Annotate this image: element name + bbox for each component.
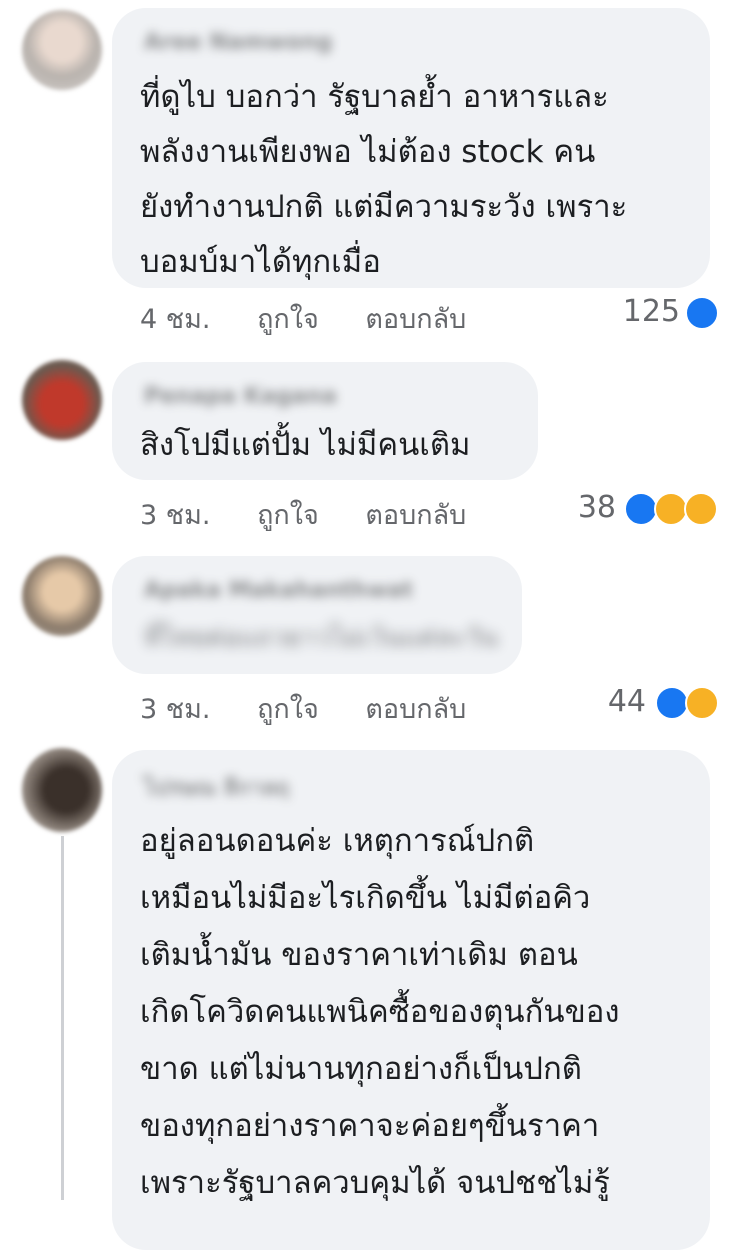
comment-line: ขาด แต่ไม่นานทุกอย่างก็เป็นปกติ (140, 1051, 582, 1087)
reply-button[interactable]: ตอบกลับ (365, 500, 466, 531)
reaction-count[interactable]: 44 (570, 684, 646, 719)
comment-actions: 3 ชม. ถูกใจ ตอบกลับ (140, 493, 504, 536)
comment-line: เกิดโควิดคนแพนิคซื้อของตุนกันของ (140, 994, 620, 1030)
comment-line: สิงโปมีแต่ปั้ม ไม่มีคนเติม (140, 427, 471, 463)
timestamp[interactable]: 4 ชม. (140, 304, 210, 335)
comment-line: อยู่ลอนดอนค่ะ เหตุการณ์ปกติ (140, 823, 535, 859)
reply-button[interactable]: ตอบกลับ (365, 694, 466, 725)
reply-button[interactable]: ตอบกลับ (365, 304, 466, 335)
timestamp[interactable]: 3 ชม. (140, 694, 210, 725)
comment-line: ของทุกอย่างราคาจะค่อยๆขึ้นราคา (140, 1108, 600, 1144)
avatar[interactable] (22, 360, 102, 440)
reactions[interactable] (685, 296, 721, 330)
haha-icon (685, 686, 719, 720)
comment-line: บอมบ์มาได้ทุกเมื่อ (140, 244, 381, 280)
avatar[interactable] (22, 556, 102, 636)
like-button[interactable]: ถูกใจ (257, 304, 319, 335)
haha-icon (654, 492, 688, 526)
comment-actions: 3 ชม. ถูกใจ ตอบกลับ (140, 687, 504, 730)
comment-line: ยังทำงานปกติ แต่มีความระวัง เพราะ (140, 189, 628, 225)
comment-author[interactable]: ไปรษณ ลีกาลฤ (144, 770, 289, 805)
thread-line (61, 836, 64, 1200)
reaction-count[interactable]: 38 (540, 490, 616, 525)
like-icon (624, 492, 658, 526)
comment-author[interactable]: Apaka Makahanthwat (144, 578, 413, 603)
like-icon (655, 686, 689, 720)
wow-icon (684, 492, 718, 526)
comment-text: สิงโปมีแต่ปั้ม ไม่มีคนเติม (140, 418, 470, 473)
reaction-count[interactable]: 125 (600, 294, 680, 329)
comment-line: พลังงานเพียงพอ ไม่ต้อง stock คน (140, 134, 596, 170)
comment-line: เพราะรัฐบาลควบคุมได้ จนปชชไม่รู้ (140, 1165, 610, 1201)
comment-actions: 4 ชม. ถูกใจ ตอบกลับ (140, 297, 504, 340)
avatar[interactable] (22, 748, 102, 832)
comment-author[interactable]: Penapa Kagana (144, 384, 337, 409)
avatar[interactable] (22, 10, 102, 90)
timestamp[interactable]: 3 ชม. (140, 500, 210, 531)
comment-text: อยู่ลอนดอนค่ะ เหตุการณ์ปกติ เหมือนไม่มีอ… (140, 813, 620, 1212)
comment-line: ที่ดูไบ บอกว่า รัฐบาลย้ำ อาหารและ (140, 79, 609, 115)
reactions[interactable] (624, 492, 720, 526)
comment-line: เติมน้ำมัน ของราคาเท่าเดิม ตอน (140, 937, 578, 973)
comment-text: ที่ดูไบ บอกว่า รัฐบาลย้ำ อาหารและ พลังงา… (140, 70, 627, 290)
comment-line: ที่ไทยต่อแถวยาวไม่เว้นแต่ละวัน (144, 623, 499, 653)
like-icon (685, 296, 719, 330)
reactions[interactable] (655, 686, 721, 720)
comment-line: เหมือนไม่มีอะไรเกิดขึ้น ไม่มีต่อคิว (140, 880, 591, 916)
comment-author[interactable]: Aree Namwong (144, 30, 332, 55)
like-button[interactable]: ถูกใจ (257, 500, 319, 531)
comment-text: ที่ไทยต่อแถวยาวไม่เว้นแต่ละวัน (144, 618, 498, 658)
like-button[interactable]: ถูกใจ (257, 694, 319, 725)
